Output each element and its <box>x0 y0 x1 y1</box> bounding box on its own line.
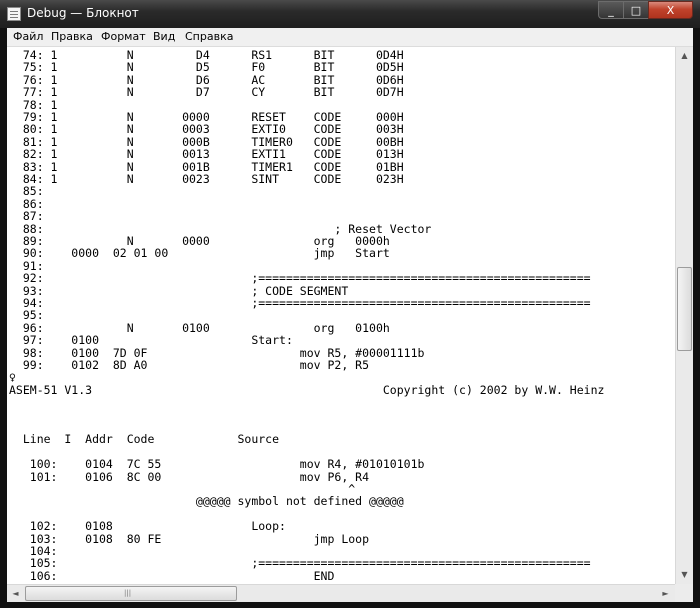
menu-bar: Файл Правка Формат Вид Справка <box>7 28 693 47</box>
editor-line: 81: 1 N 000B TIMER0 CODE 00BH <box>9 134 404 149</box>
text-editor[interactable]: 74: 1 N D4 RS1 BIT 0D4H 75: 1 N D5 F0 BI… <box>7 47 675 584</box>
editor-line: 84: 1 N 0023 SINT CODE 023H <box>9 172 404 186</box>
editor-line: 91: <box>9 258 44 273</box>
editor-line: 74: 1 N D4 RS1 BIT 0D4H <box>9 48 404 62</box>
editor-line: 98: 0100 7D 0F mov R5, #00001111b <box>9 345 425 360</box>
grip-icon: ||| <box>124 589 132 597</box>
scroll-left-icon[interactable]: ◄ <box>7 585 24 602</box>
editor-line: 100: 0104 7C 55 mov R4, #01010101b <box>9 457 425 472</box>
editor-line: @@@@@ symbol not defined @@@@@ <box>9 494 404 509</box>
editor-line: 105: ;==================================… <box>9 556 591 571</box>
editor-line: 90: 0000 02 01 00 jmp Start <box>9 246 390 261</box>
minimize-button[interactable]: _ <box>598 1 624 19</box>
menu-help[interactable]: Справка <box>185 30 233 43</box>
vertical-scrollbar[interactable]: ▲ ▼ <box>675 47 693 584</box>
editor-line: 77: 1 N D7 CY BIT 0D7H <box>9 85 404 100</box>
editor-line: 97: 0100 Start: <box>9 333 293 348</box>
size-grip[interactable] <box>675 584 693 602</box>
menu-edit[interactable]: Правка <box>51 30 93 43</box>
editor-line: ^ <box>9 482 356 496</box>
editor-line: 83: 1 N 001B TIMER1 CODE 01BH <box>9 159 404 174</box>
editor-line: 87: <box>9 209 44 224</box>
editor-line: 93: ; CODE SEGMENT <box>9 283 349 298</box>
editor-line: ♀ <box>9 370 16 385</box>
menu-file[interactable]: Файл <box>13 30 43 43</box>
editor-line: Line I Addr Code Source <box>9 432 280 447</box>
vertical-scroll-thumb[interactable] <box>677 267 692 351</box>
menu-view[interactable]: Вид <box>153 30 175 43</box>
close-button[interactable]: X <box>648 1 693 19</box>
horizontal-scroll-thumb[interactable]: ||| <box>25 586 237 601</box>
editor-line: 86: <box>9 196 44 211</box>
menu-format[interactable]: Формат <box>101 30 146 43</box>
editor-line: 82: 1 N 0013 EXTI1 CODE 013H <box>9 147 404 162</box>
editor-line: ASEM-51 V1.3 Copyright (c) 2002 by W.W. … <box>9 382 605 397</box>
maximize-button[interactable]: □ <box>623 1 649 19</box>
editor-line: 85: <box>9 184 44 199</box>
scroll-right-icon[interactable]: ► <box>657 585 674 602</box>
editor-line: 104: <box>9 544 58 558</box>
editor-line: 75: 1 N D5 F0 BIT 0D5H <box>9 60 404 75</box>
editor-line: 92: ;===================================… <box>9 271 591 286</box>
window-title: Debug — Блокнот <box>27 6 139 20</box>
editor-line: 94: ;===================================… <box>9 296 591 310</box>
scroll-down-icon[interactable]: ▼ <box>676 566 693 583</box>
notepad-icon <box>7 7 21 21</box>
editor-line: 88: ; Reset Vector <box>9 221 432 236</box>
editor-line: 99: 0102 8D A0 mov P2, R5 <box>9 358 370 372</box>
notepad-window: Debug — Блокнот _ □ X Файл Правка Формат… <box>0 0 700 608</box>
title-bar[interactable]: Debug — Блокнот _ □ X <box>0 0 700 28</box>
editor-line: 101: 0106 8C 00 mov P6, R4 <box>9 469 370 484</box>
editor-line: 78: 1 <box>9 97 58 112</box>
editor-line: 103: 0108 80 FE jmp Loop <box>9 531 370 546</box>
editor-line: 80: 1 N 0003 EXTI0 CODE 003H <box>9 122 404 137</box>
editor-line: 95: <box>9 308 44 323</box>
editor-line: 106: END <box>9 568 335 583</box>
scroll-up-icon[interactable]: ▲ <box>676 47 693 64</box>
editor-line: 96: N 0100 org 0100h <box>9 320 390 335</box>
editor-line: 102: 0108 Loop: <box>9 519 286 534</box>
editor-line: 89: N 0000 org 0000h <box>9 234 390 248</box>
horizontal-scrollbar[interactable]: ◄ ||| ► <box>7 584 675 602</box>
editor-line: 79: 1 N 0000 RESET CODE 000H <box>9 110 404 124</box>
editor-line: 76: 1 N D6 AC BIT 0D6H <box>9 72 404 87</box>
